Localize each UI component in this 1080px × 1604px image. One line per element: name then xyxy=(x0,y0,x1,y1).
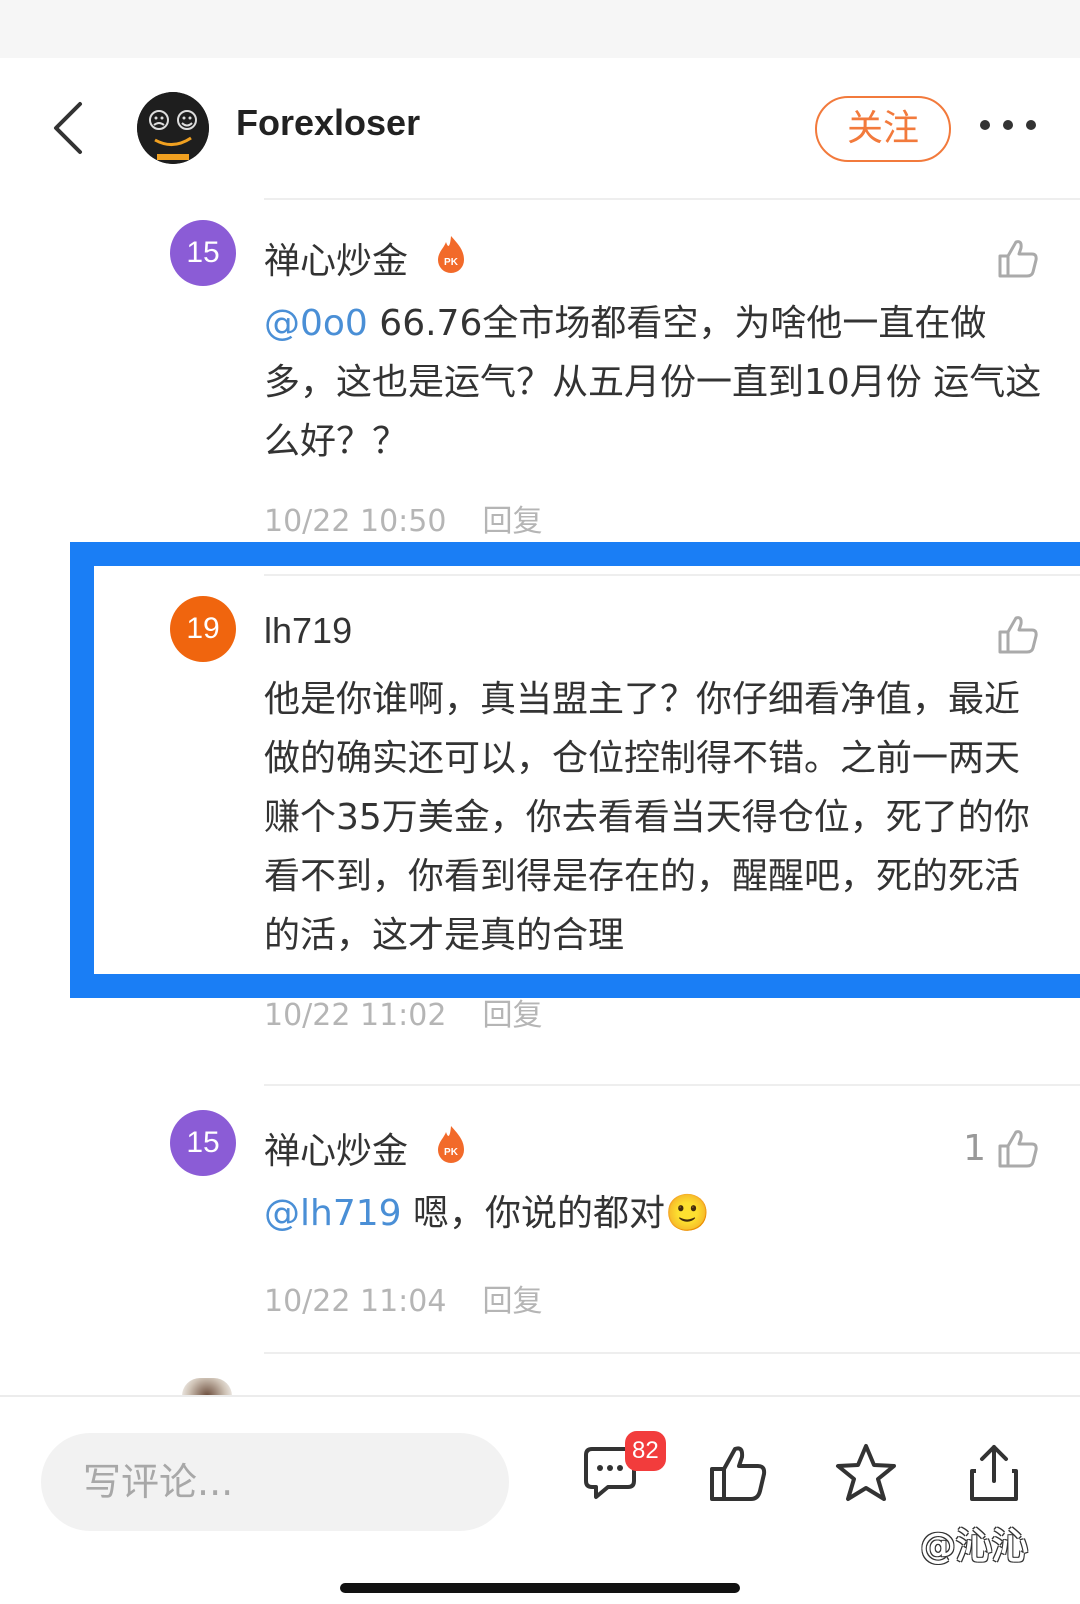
more-dot xyxy=(1026,120,1036,130)
status-bar-area xyxy=(0,0,1080,58)
comment-meta: 10/22 10:50 回复 xyxy=(264,496,542,540)
follow-button[interactable]: 关注 xyxy=(815,96,951,162)
comment-timestamp: 10/22 11:04 xyxy=(264,1284,447,1319)
more-options-button[interactable] xyxy=(980,116,1042,136)
home-indicator[interactable] xyxy=(340,1583,740,1593)
like-button[interactable] xyxy=(996,236,1040,280)
commenter-name[interactable]: 禅心炒金 xyxy=(264,232,408,284)
level-badge: 15 xyxy=(170,220,236,286)
comment-timestamp: 10/22 11:02 xyxy=(264,998,447,1033)
svg-text:PK: PK xyxy=(444,1147,459,1158)
bottom-action-bar: 写评论... 82 @沁沁 xyxy=(0,1395,1080,1604)
author-username[interactable]: Forexloser xyxy=(236,102,420,144)
author-avatar[interactable] xyxy=(137,92,209,164)
like-count: 1 xyxy=(963,1127,986,1169)
next-commenter-avatar xyxy=(182,1378,232,1396)
mention-link[interactable]: @0o0 xyxy=(264,303,368,344)
reply-button[interactable]: 回复 xyxy=(482,504,542,539)
divider xyxy=(264,1352,1080,1354)
like-button[interactable]: 1 xyxy=(963,1126,1040,1170)
more-dots-icon xyxy=(980,120,990,130)
reply-button[interactable]: 回复 xyxy=(482,998,542,1033)
page-header: Forexloser 关注 xyxy=(0,58,1080,198)
pk-fire-icon: PK xyxy=(438,1126,464,1163)
mention-link[interactable]: @lh719 xyxy=(264,1193,402,1234)
comment-body-text: 66.76全市场都看空，为啥他一直在做多，这也是运气？从五月份一直到10月份 运… xyxy=(264,303,1042,462)
thumbs-up-icon xyxy=(998,1130,1038,1168)
back-button[interactable] xyxy=(46,98,96,158)
comment-timestamp: 10/22 10:50 xyxy=(264,504,447,539)
star-icon[interactable] xyxy=(834,1441,898,1505)
comment-input[interactable]: 写评论... xyxy=(41,1433,509,1531)
thumbs-up-icon[interactable] xyxy=(706,1441,770,1505)
svg-text:PK: PK xyxy=(444,257,459,268)
commenter-name[interactable]: 禅心炒金 xyxy=(264,1122,408,1174)
more-dot xyxy=(1003,120,1013,130)
comment-count-badge: 82 xyxy=(625,1431,666,1471)
comment-text: @0o0 66.76全市场都看空，为啥他一直在做多，这也是运气？从五月份一直到1… xyxy=(264,294,1044,471)
comment-body-text: 嗯，你说的都对 xyxy=(401,1193,665,1234)
back-arrow-icon xyxy=(54,102,82,154)
comment-meta: 10/22 11:04 回复 xyxy=(264,1276,542,1320)
pk-fire-icon: PK xyxy=(438,236,464,273)
thumbs-up-icon xyxy=(998,240,1038,278)
avatar-face-icon xyxy=(137,92,209,164)
divider xyxy=(264,1084,1080,1086)
divider xyxy=(264,198,1080,200)
watermark: @沁沁 xyxy=(920,1526,1029,1567)
share-icon[interactable] xyxy=(962,1441,1026,1505)
level-badge: 15 xyxy=(170,1110,236,1176)
reply-button[interactable]: 回复 xyxy=(482,1284,542,1319)
smile-emoji: 🙂 xyxy=(664,1193,710,1234)
comment-text: @lh719 嗯，你说的都对🙂 xyxy=(264,1184,1044,1243)
highlight-box xyxy=(70,542,1080,998)
